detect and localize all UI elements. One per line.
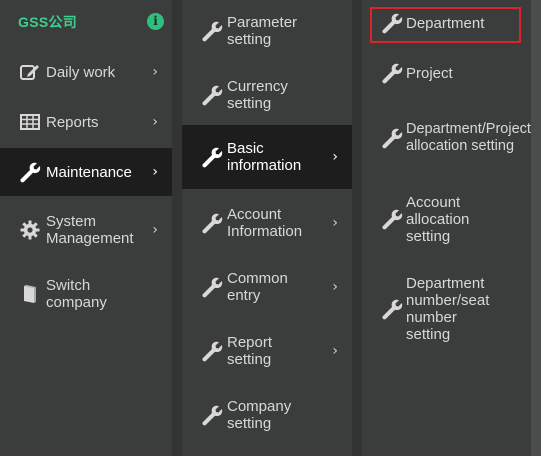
submenu-item-label: Common entry xyxy=(227,270,288,304)
menu-item-system-management[interactable]: System Management › xyxy=(0,208,172,252)
chevron-right-icon: › xyxy=(332,279,338,295)
submenu-item-label: Currency setting xyxy=(227,78,288,112)
submenu-item-department-project-allocation[interactable]: Department/Project allocation setting xyxy=(362,110,531,166)
brand-header: GSS公司 i xyxy=(0,0,172,44)
wrench-icon xyxy=(381,127,403,149)
submenu-item-label: Project xyxy=(406,64,453,82)
wrench-icon xyxy=(19,161,41,183)
book-icon xyxy=(19,283,41,305)
selection-highlight-box xyxy=(370,7,521,43)
submenu-item-company-setting[interactable]: Company setting xyxy=(182,394,352,436)
menu-item-label: Daily work xyxy=(46,63,116,81)
table-icon xyxy=(19,111,41,133)
chevron-right-icon: › xyxy=(152,222,158,238)
submenu-item-report-setting[interactable]: Report setting › xyxy=(182,330,352,372)
chevron-right-icon: › xyxy=(332,215,338,231)
chevron-right-icon: › xyxy=(152,64,158,80)
submenu-item-label: Account allocation setting xyxy=(406,193,470,245)
wrench-icon xyxy=(381,208,403,230)
submenu-item-department-number-seat[interactable]: Department number/seat number setting xyxy=(362,272,531,346)
gear-icon xyxy=(19,219,41,241)
submenu-item-currency-setting[interactable]: Currency setting xyxy=(182,74,352,116)
menu-item-reports[interactable]: Reports › xyxy=(0,102,172,142)
submenu-item-label: Report setting xyxy=(227,334,273,368)
chevron-right-icon: › xyxy=(332,343,338,359)
submenu-item-label: Department number/seat number setting xyxy=(406,275,490,343)
submenu-item-account-allocation[interactable]: Account allocation setting xyxy=(362,191,531,247)
wrench-icon xyxy=(201,340,223,362)
info-icon[interactable]: i xyxy=(147,13,164,30)
wrench-icon xyxy=(201,84,223,106)
menu-item-switch-company[interactable]: Switch company xyxy=(0,272,172,316)
scrollbar-edge xyxy=(531,0,541,456)
submenu-item-label: Account Information xyxy=(227,206,303,240)
submenu-item-label: Basic information xyxy=(227,140,302,174)
submenu-maintenance: Parameter setting Currency setting Basic… xyxy=(182,0,352,456)
wrench-icon xyxy=(201,212,223,234)
chevron-right-icon: › xyxy=(152,164,158,180)
menu-item-daily-work[interactable]: Daily work › xyxy=(0,52,172,92)
submenu-item-label: Parameter setting xyxy=(227,14,298,48)
menu-item-label: Reports xyxy=(46,113,99,131)
wrench-icon xyxy=(201,276,223,298)
column-divider xyxy=(352,0,362,456)
submenu-item-label: Company setting xyxy=(227,398,292,432)
wrench-icon xyxy=(201,20,223,42)
chevron-right-icon: › xyxy=(332,149,338,165)
column-divider xyxy=(172,0,182,456)
wrench-icon xyxy=(381,298,403,320)
submenu-item-project[interactable]: Project xyxy=(362,58,531,88)
chevron-right-icon: › xyxy=(152,114,158,130)
menu-item-label: Maintenance xyxy=(46,163,132,181)
menu-item-maintenance[interactable]: Maintenance › xyxy=(0,148,172,196)
wrench-icon xyxy=(381,62,403,84)
main-menu: GSS公司 i Daily work › Reports › Maintenan… xyxy=(0,0,172,456)
submenu-basic-information: Department Project Department/Project al… xyxy=(362,0,531,456)
wrench-icon xyxy=(201,404,223,426)
submenu-item-label: Department/Project allocation setting xyxy=(406,121,531,154)
menu-item-label: System Management xyxy=(46,213,134,247)
submenu-item-parameter-setting[interactable]: Parameter setting xyxy=(182,10,352,52)
edit-icon xyxy=(19,61,41,83)
submenu-item-common-entry[interactable]: Common entry › xyxy=(182,266,352,308)
company-title: GSS公司 xyxy=(18,14,78,30)
wrench-icon xyxy=(201,146,223,168)
submenu-item-account-information[interactable]: Account Information › xyxy=(182,202,352,244)
submenu-item-basic-information[interactable]: Basic information › xyxy=(182,125,352,189)
menu-item-label: Switch company xyxy=(46,277,107,311)
